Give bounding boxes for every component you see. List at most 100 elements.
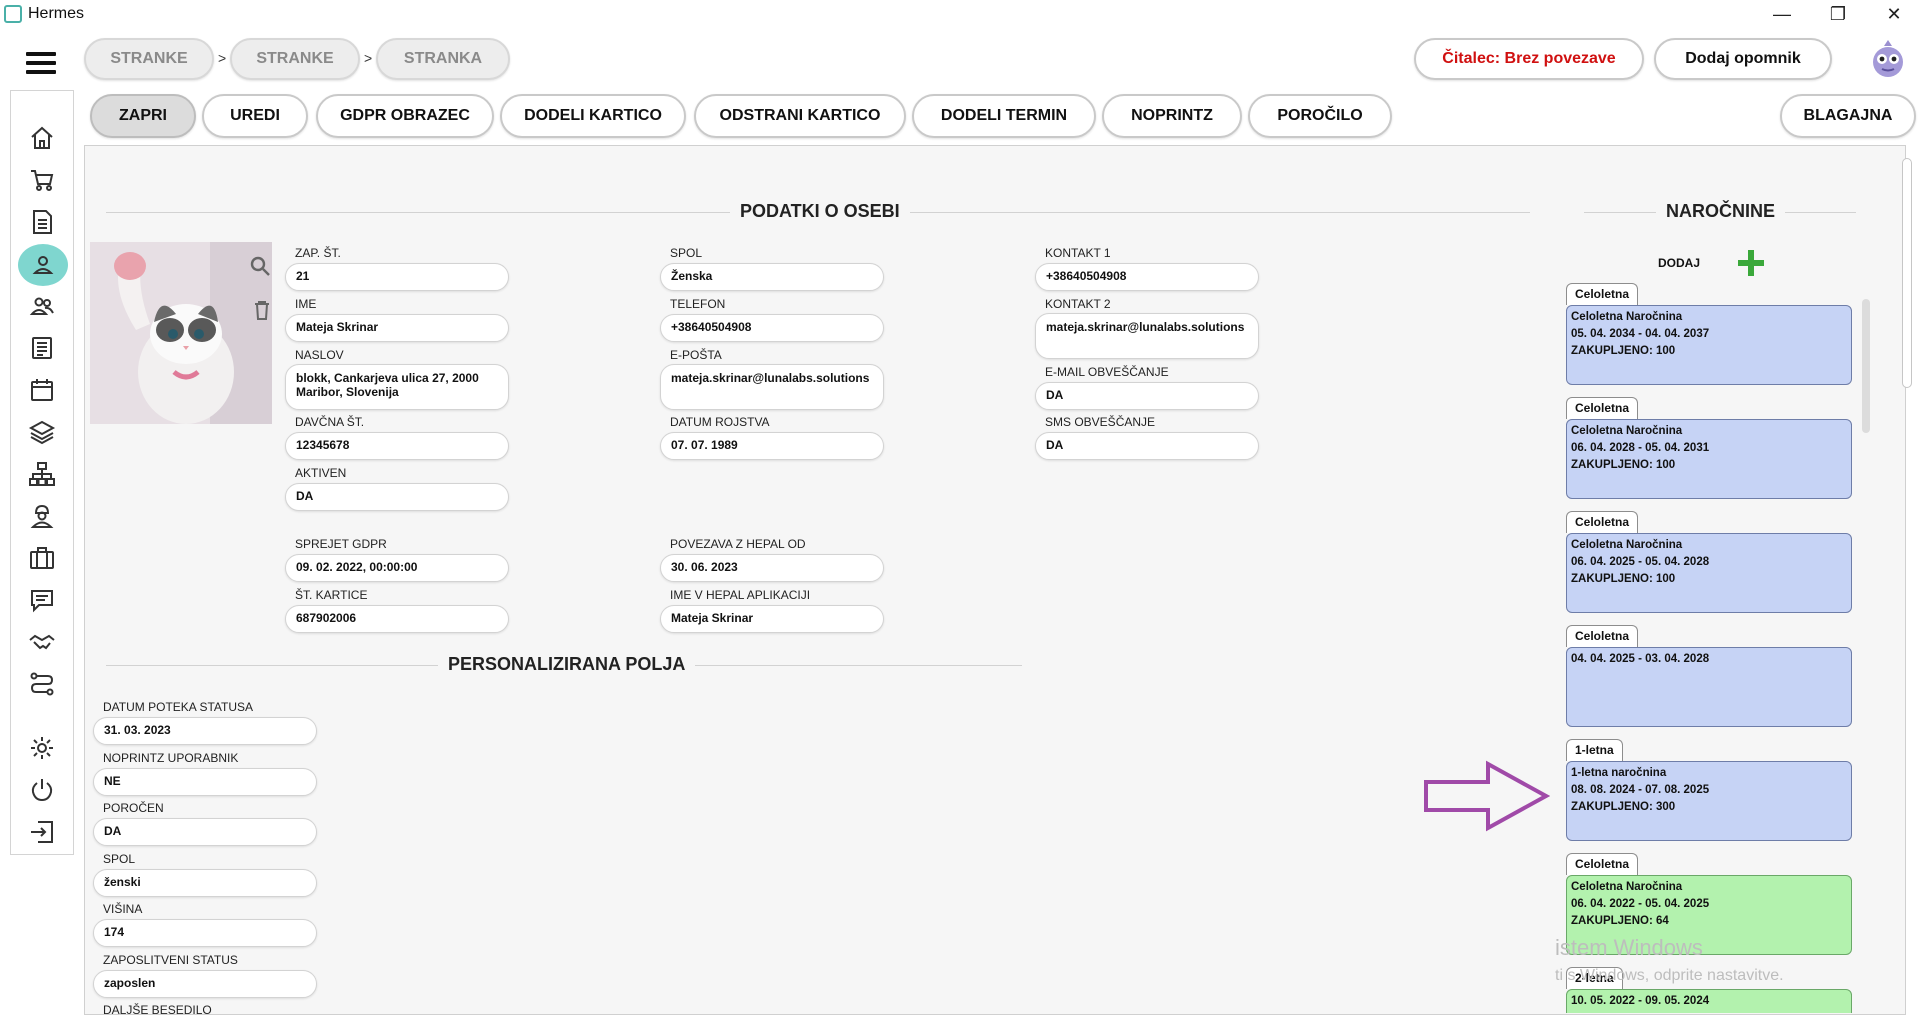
tax-number-field: 12345678 [285,432,509,460]
field-label: DAVČNA ŠT. [295,415,365,429]
close-button[interactable]: ✕ [1872,2,1916,26]
edit-button[interactable]: UREDI [202,94,308,138]
breadcrumb-item-1[interactable]: STRANKE [84,38,214,80]
profile-photo [90,242,272,424]
field-label: SPOL [103,852,136,866]
field-label: TELEFON [670,297,726,311]
route-icon[interactable] [25,667,59,701]
briefcase-icon[interactable] [25,541,59,575]
employment-field: zaposlen [93,970,317,998]
noprintz-button[interactable]: NOPRINTZ [1102,94,1242,138]
breadcrumb-item-3[interactable]: STRANKA [376,38,510,80]
minimize-button[interactable]: — [1760,2,1804,26]
subscription-tab[interactable]: Celoletna [1566,625,1639,647]
field-label: VIŠINA [103,902,143,916]
subscription-line [1571,1010,1847,1013]
field-label: NOPRINTZ UPORABNIK [103,751,239,765]
document-icon[interactable] [25,205,59,239]
users-icon[interactable] [25,289,59,323]
chat-icon[interactable] [25,583,59,617]
id-number-field: 21 [285,263,509,291]
custom-gender-field: ženski [93,869,317,897]
contact2-field: mateja.skrinar@lunalabs.solutions [1035,313,1259,359]
breadcrumb-item-2[interactable]: STRANKE [230,38,360,80]
subscription-card[interactable]: Celoletna Naročnina 06. 04. 2028 - 05. 04… [1566,419,1852,499]
status-expiry-field: 31. 03. 2023 [93,717,317,745]
arrow-annotation-icon [1422,760,1551,832]
address-field: blokk, Cankarjeva ulica 27, 2000 Maribor… [285,364,509,410]
subscription-tab[interactable]: Celoletna [1566,853,1639,875]
field-label: POVEZAVA Z HEPAL OD [670,537,806,551]
logout-icon[interactable] [25,815,59,849]
noprintz-user-field: NE [93,768,317,796]
field-label: E-POŠTA [670,348,722,362]
subscription-card[interactable]: Celoletna Naročnina 06. 04. 2025 - 05. 04… [1566,533,1852,613]
remove-card-button[interactable]: ODSTRANI KARTICO [694,94,906,138]
activation-watermark: ti s Windows, odprite nastavitve. [1555,967,1784,984]
handshake-icon[interactable] [25,625,59,659]
subscription-line: 1-letna naročnina [1571,767,1667,779]
add-subscription-label: DODAJ [1658,256,1701,270]
hamburger-menu-icon[interactable] [26,52,56,74]
power-icon[interactable] [25,773,59,807]
contact1-field: +38640504908 [1035,263,1259,291]
custom-section-title: PERSONALIZIRANA POLJA [438,654,696,675]
layers-icon[interactable] [25,415,59,449]
subscription-tab[interactable]: Celoletna [1566,283,1639,305]
subscription-line: 06. 04. 2022 - 05. 04. 2025 [1571,898,1710,910]
close-record-button[interactable]: ZAPRI [90,94,196,138]
field-label: NASLOV [295,348,344,362]
calendar-icon[interactable] [25,373,59,407]
trash-icon[interactable] [250,298,274,322]
sidebar [10,90,74,855]
home-icon[interactable] [25,121,59,155]
gear-icon[interactable] [25,731,59,765]
subscription-line: ZAKUPLJENO: 300 [1571,801,1676,813]
subscription-line: Celoletna Naročnina [1571,539,1683,551]
list-icon[interactable] [25,331,59,365]
height-field: 174 [93,919,317,947]
reader-status-button[interactable]: Čitalec: Brez povezave [1414,38,1644,80]
subscription-line: ZAKUPLJENO: 100 [1571,345,1676,357]
restore-button[interactable]: ❐ [1816,2,1860,26]
add-reminder-button[interactable]: Dodaj opomnik [1654,38,1832,80]
gdpr-form-button[interactable]: GDPR OBRAZEC [316,94,494,138]
field-label: SPREJET GDPR [295,537,387,551]
search-icon[interactable] [248,254,272,278]
field-label: AKTIVEN [295,466,347,480]
subscription-card[interactable]: 1-letna naročnina 08. 08. 2024 - 07. 08. … [1566,761,1852,841]
assign-card-button[interactable]: DODELI KARTICO [500,94,686,138]
subscription-tab[interactable]: 1-letna [1566,739,1623,761]
field-label: KONTAKT 1 [1045,246,1111,260]
sitemap-icon[interactable] [25,457,59,491]
subscription-tab[interactable]: Celoletna [1566,511,1639,533]
hepal-since-field: 30. 06. 2023 [660,554,884,582]
add-subscription-icon[interactable] [1736,248,1766,278]
field-label: DATUM POTEKA STATUSA [103,700,254,714]
breadcrumb-separator: > [218,50,227,66]
report-button[interactable]: POROČILO [1248,94,1392,138]
field-label: E-MAIL OBVEŠČANJE [1045,365,1169,379]
avatar[interactable] [1868,36,1908,80]
subscription-card[interactable]: 04. 04. 2025 - 03. 04. 2028 [1566,647,1852,727]
subscription-line: 04. 04. 2025 - 03. 04. 2028 [1571,653,1710,665]
subscription-card[interactable]: Celoletna Naročnina 05. 04. 2034 - 04. 04… [1566,305,1852,385]
subscription-scrollbar[interactable] [1860,283,1872,1013]
main-scrollbar[interactable] [1900,148,1914,1014]
subscription-card[interactable]: 10. 05. 2022 - 09. 05. 2024 [1566,989,1852,1013]
assign-term-button[interactable]: DODELI TERMIN [912,94,1096,138]
subscription-line: 05. 04. 2034 - 04. 04. 2037 [1571,328,1710,340]
field-label: SMS OBVEŠČANJE [1045,415,1156,429]
cash-register-button[interactable]: BLAGAJNA [1780,94,1916,138]
field-label: POROČEN [103,801,164,815]
subscription-tab[interactable]: Celoletna [1566,397,1639,419]
gdpr-accepted-field: 09. 02. 2022, 00:00:00 [285,554,509,582]
subscription-line: ZAKUPLJENO: 100 [1571,459,1676,471]
user-icon[interactable] [18,244,68,286]
subscription-list[interactable]: Celoletna Celoletna Naročnina 05. 04. 2034… [1566,283,1856,1013]
cart-icon[interactable] [25,163,59,197]
active-field: DA [285,483,509,511]
breadcrumb-separator: > [364,50,373,66]
subscription-line: Celoletna Naročnina [1571,881,1683,893]
worker-icon[interactable] [25,499,59,533]
